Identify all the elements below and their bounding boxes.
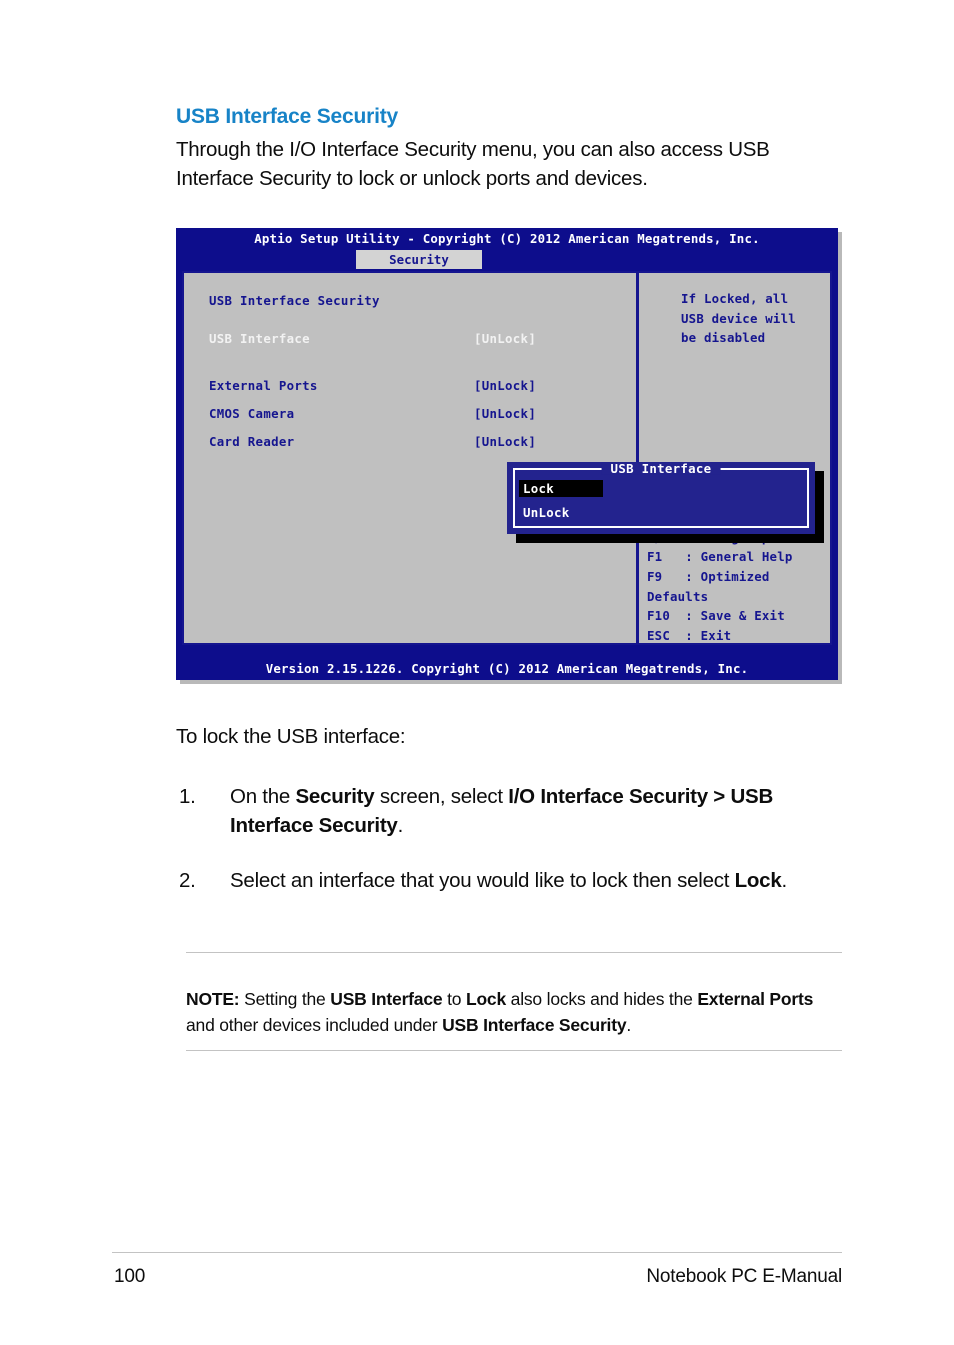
page-title: USB Interface Security — [176, 105, 399, 128]
help-line: USB device will — [681, 310, 796, 326]
bios-option-value[interactable]: [UnLock] — [474, 379, 536, 392]
emphasis-text: NOTE: — [186, 989, 240, 1009]
bios-settings-pane: USB Interface Security USB Interface [UnL… — [184, 273, 636, 643]
manual-page: USB Interface Security Through the I/O I… — [0, 0, 954, 1345]
bios-option-value[interactable]: [UnLock] — [474, 332, 536, 345]
legend-line: ESC : Exit — [647, 627, 732, 643]
note-block: NOTE: Setting the USB Interface to Lock … — [186, 986, 844, 1039]
body-text: to — [442, 989, 466, 1009]
dialog-option-unlock[interactable]: UnLock — [519, 504, 576, 521]
bios-body-frame: USB Interface Security USB Interface [UnL… — [182, 271, 832, 645]
bios-option-value[interactable]: [UnLock] — [474, 407, 536, 420]
section-intro-text: Through the I/O Interface Security menu,… — [176, 138, 770, 191]
note-rule-bottom — [186, 1050, 842, 1051]
bios-screenshot-figure: Aptio Setup Utility - Copyright (C) 2012… — [176, 228, 842, 684]
body-text: Setting the — [239, 989, 331, 1009]
instruction-step-list: 1. On the Security screen, select I/O Int… — [176, 782, 842, 921]
legend-line: F9 : Optimized — [647, 568, 770, 584]
help-line: If Locked, all — [681, 291, 789, 306]
bios-setup-utility-screen: Aptio Setup Utility - Copyright (C) 2012… — [176, 228, 838, 680]
body-text: also locks and hides the — [506, 989, 698, 1009]
instruction-step: 2. Select an interface that you would lik… — [176, 866, 842, 895]
settings-group-title: USB Interface Security — [209, 293, 380, 308]
dialog-option-lock[interactable]: Lock — [519, 480, 603, 497]
emphasis-text: USB Interface Security — [442, 1015, 627, 1036]
bios-option-row[interactable]: External Ports [UnLock] — [209, 378, 629, 396]
note-rule-top — [186, 952, 842, 953]
body-text: On the — [230, 785, 296, 808]
emphasis-text: Lock — [465, 989, 506, 1009]
emphasis-text: Security — [295, 785, 375, 808]
emphasis-text: Lock — [734, 869, 782, 893]
bios-help-pane: If Locked, all USB device will be disabled… — [639, 273, 830, 643]
bios-option-label: CMOS Camera — [209, 406, 295, 421]
footer-rule — [112, 1252, 842, 1253]
bios-option-label: External Ports — [209, 378, 318, 393]
body-text: and other devices included under — [186, 1015, 443, 1036]
help-line: be disabled — [681, 330, 766, 346]
bios-option-row[interactable]: USB Interface [UnLock] — [209, 331, 629, 349]
bios-version-bar: Version 2.15.1226. Copyright (C) 2012 Am… — [265, 661, 749, 676]
bios-option-value[interactable]: [UnLock] — [474, 435, 536, 448]
body-text: . — [781, 869, 788, 893]
footer-page-number: 100 — [114, 1266, 146, 1287]
body-text: . — [626, 1015, 632, 1036]
bios-option-row[interactable]: Card Reader [UnLock] — [209, 434, 629, 452]
body-text: screen, select — [374, 785, 509, 808]
emphasis-text: USB Interface — [330, 989, 443, 1009]
instructions-lead-in: To lock the USB interface: — [176, 725, 406, 748]
step-number: 1. — [179, 785, 196, 808]
usb-interface-dialog[interactable]: USB Interface Lock UnLock — [507, 462, 815, 534]
bios-title-bar: Aptio Setup Utility - Copyright (C) 2012… — [254, 231, 760, 246]
bios-tab-bar: Security — [176, 250, 838, 269]
footer-manual-title: Notebook PC E-Manual — [646, 1266, 842, 1287]
legend-line: F10 : Save & Exit — [647, 608, 785, 624]
legend-line: F1 : General Help — [647, 549, 793, 565]
instruction-step: 1. On the Security screen, select I/O Int… — [176, 782, 842, 840]
dialog-title: USB Interface — [601, 462, 721, 476]
body-text: Select an interface that you would like … — [230, 869, 735, 893]
emphasis-text: External Ports — [697, 989, 814, 1009]
tab-security[interactable]: Security — [356, 250, 482, 269]
help-description: If Locked, all USB device will be disabled — [681, 289, 838, 348]
step-number: 2. — [179, 869, 196, 893]
bios-option-label: Card Reader — [209, 434, 295, 449]
body-text: . — [397, 814, 404, 838]
legend-line: Defaults — [647, 588, 709, 604]
bios-option-label: USB Interface — [209, 331, 310, 346]
bios-option-row[interactable]: CMOS Camera [UnLock] — [209, 406, 629, 424]
section-block: USB Interface Security Through the I/O I… — [176, 104, 842, 193]
